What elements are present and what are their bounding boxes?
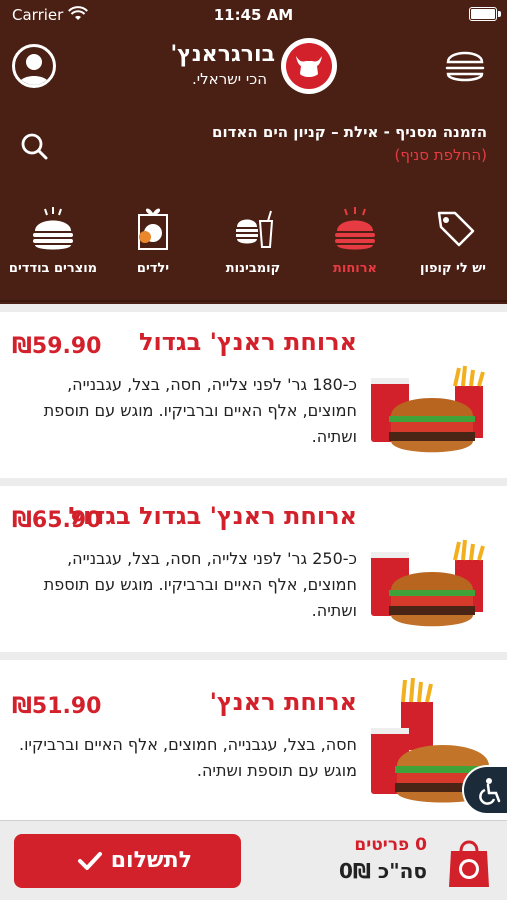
product-description: כ-250 גר' לפני צלייה, חסה, בצל, עגבנייה,… [43,549,357,620]
product-title: ארוחת ראנץ' בגדול [139,328,357,356]
coupon-tag-icon [437,211,475,247]
checkout-label: לתשלום [110,848,192,873]
product-description: כ-180 גר' לפני צלייה, חסה, בצל, עגבנייה,… [43,375,357,446]
check-icon [78,852,103,870]
wheelchair-icon [479,778,501,805]
checkout-button[interactable]: לתשלום [14,834,241,888]
clock: 11:45 AM [213,6,294,24]
single-burger-icon [33,207,73,250]
logo-emblem [281,38,337,94]
kids-meal-icon [138,208,168,250]
meal-image [371,539,485,627]
bull-icon [296,56,322,77]
category-bar: יש לי קופון ארוחות קומבינות ילדים מוצרים… [0,185,507,302]
status-bar: Carrier 11:45 AM [0,0,507,30]
battery-icon [469,7,497,21]
product-list: ארוחת ראנץ' בגדול ₪59.90 כ-180 גר' לפני … [0,304,507,820]
cart-total: סה"כ 0₪ [338,859,427,883]
search-icon[interactable] [20,132,48,160]
product-price: ₪59.90 [12,334,102,359]
category-combos[interactable]: קומבינות [203,203,303,276]
app-header: בורגראנץ' הכי ישראלי. [0,30,507,105]
category-kids[interactable]: ילדים [103,203,203,276]
product-description: חסה, בצל, עגבנייה, חמוצים, אלף האיים ובר… [18,735,357,780]
product-item[interactable]: ארוחת ראנץ' בגדול ₪59.90 כ-180 גר' לפני … [0,312,507,478]
shopping-bag-icon[interactable] [445,835,493,889]
logo-tagline: הכי ישראלי. [192,70,267,88]
cart-footer: לתשלום 0 פריטים סה"כ 0₪ [0,820,507,900]
logo-name: בורגראנץ' [170,42,275,67]
branch-label: הזמנה מסניף - אילת – קניון הים האדום [212,123,487,141]
burger-icon [335,207,375,250]
product-item[interactable]: ארוחת ראנץ' בגדול בגדול ₪65.90 כ-250 גר'… [0,486,507,652]
accessibility-button[interactable] [462,765,507,815]
category-coupon[interactable]: יש לי קופון [403,203,503,276]
brand-logo: בורגראנץ' הכי ישראלי. [165,36,345,98]
profile-button[interactable] [12,44,56,88]
combo-icon [236,210,274,248]
product-price: ₪51.90 [12,694,102,719]
product-price: ₪65.90 [12,508,102,533]
product-item[interactable]: ארוחת ראנץ' ₪51.90 חסה, בצל, עגבנייה, חמ… [0,660,507,820]
cart-item-count: 0 פריטים [354,835,427,855]
change-branch-link[interactable]: (החלפת סניף) [394,146,487,164]
user-avatar-icon [18,54,50,85]
branch-bar: הזמנה מסניף - אילת – קניון הים האדום (הח… [0,105,507,185]
product-title: ארוחת ראנץ' [209,688,357,716]
category-meals[interactable]: ארוחות [305,203,405,276]
meal-image [371,365,485,453]
category-single-items[interactable]: מוצרים בודדים [3,203,103,276]
burger-menu-icon[interactable] [440,44,490,88]
battery-tip [498,11,501,17]
product-title: ארוחת ראנץ' בגדול בגדול [68,502,357,530]
